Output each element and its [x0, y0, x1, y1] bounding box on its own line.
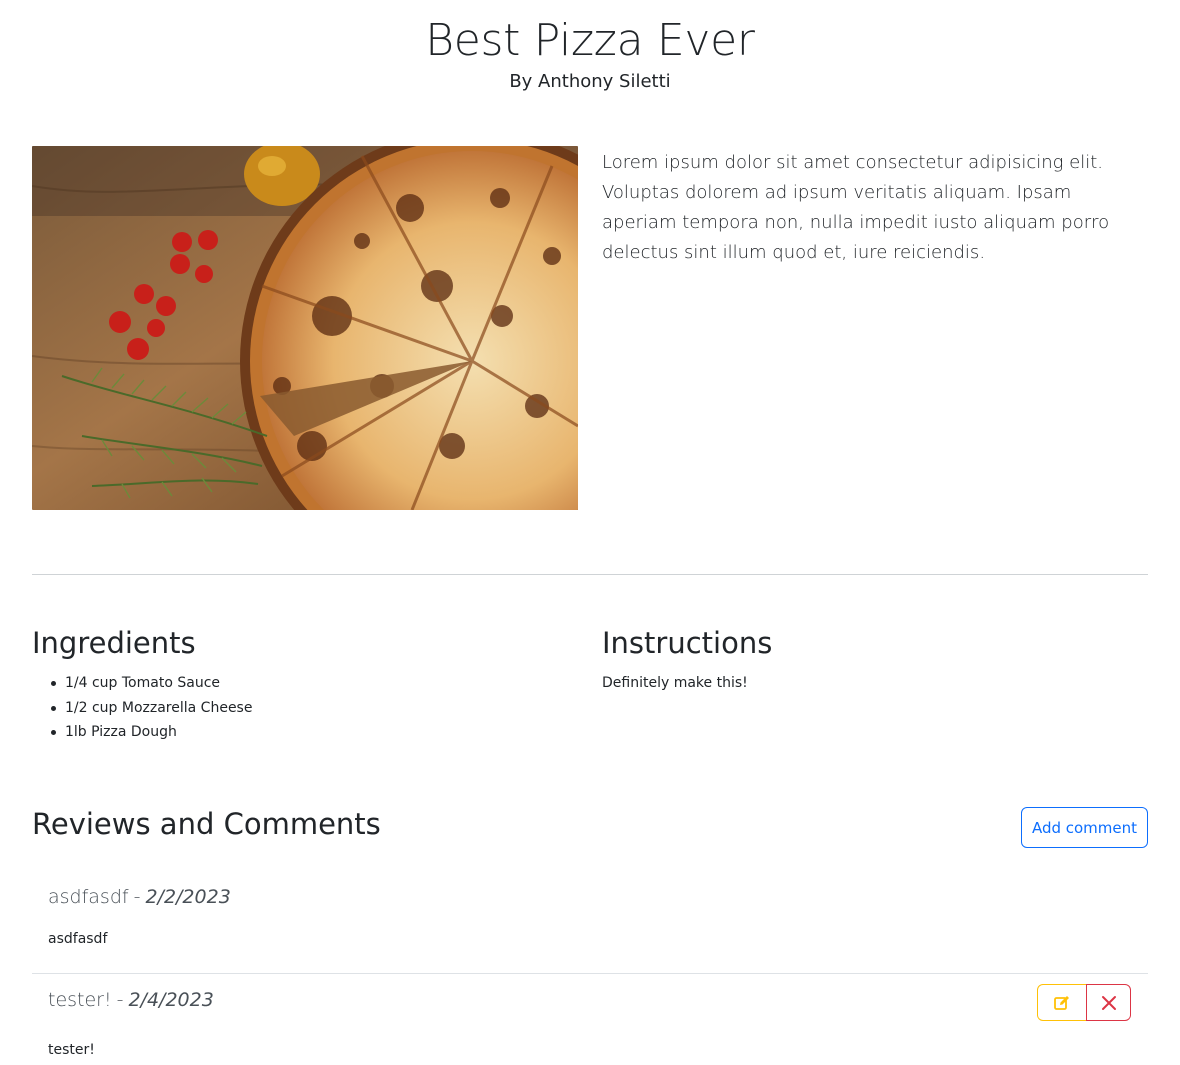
comment-body: asdfasdf: [48, 931, 108, 947]
comment-item: tester! -2/4/2023 tester!: [32, 975, 1148, 1065]
delete-comment-button[interactable]: [1086, 984, 1131, 1021]
ingredient-text: 1/2 cup Mozzarella Cheese: [65, 699, 253, 716]
comment-author: asdfasdf: [48, 886, 129, 908]
comment-item: asdfasdf -2/2/2023 asdfasdf: [32, 874, 1148, 974]
ingredient-text: 1lb Pizza Dough: [65, 724, 177, 740]
recipe-header: Best Pizza Ever By Anthony Siletti: [0, 14, 1180, 94]
list-item: 1lb Pizza Dough: [48, 720, 568, 745]
comment-author: tester!: [48, 989, 112, 1011]
comment-date: 2/2/2023: [145, 886, 231, 908]
list-item: 1/4 cup Tomato Sauce: [48, 671, 568, 696]
bullet-icon: [51, 705, 56, 711]
edit-icon: [1054, 995, 1069, 1010]
comment-separator: -: [133, 886, 141, 908]
comment-date: 2/4/2023: [128, 989, 214, 1011]
instructions-text: Definitely make this!: [602, 675, 748, 691]
reviews-title: Reviews and Comments: [32, 807, 381, 841]
ingredients-list: 1/4 cup Tomato Sauce 1/2 cup Mozzarella …: [48, 671, 568, 745]
edit-comment-button[interactable]: [1037, 984, 1087, 1021]
comment-body: tester!: [48, 1042, 95, 1058]
recipe-author: By Anthony Siletti: [509, 71, 671, 92]
ingredients-title: Ingredients: [32, 626, 196, 660]
comment-header: asdfasdf -2/2/2023: [48, 884, 231, 910]
list-item: 1/2 cup Mozzarella Cheese: [48, 696, 568, 721]
add-comment-button[interactable]: Add comment: [1021, 807, 1148, 848]
pizza-photo: [32, 146, 578, 510]
comment-separator: -: [116, 989, 124, 1011]
ingredient-text: 1/4 cup Tomato Sauce: [65, 675, 220, 691]
comment-actions: [1037, 984, 1131, 1021]
bullet-icon: [51, 730, 56, 735]
bullet-icon: [51, 681, 56, 686]
close-icon: [1101, 995, 1116, 1010]
instructions-title: Instructions: [602, 626, 773, 660]
section-divider: [32, 574, 1148, 575]
recipe-title: Best Pizza Ever: [425, 15, 755, 66]
comment-header: tester! -2/4/2023: [48, 987, 214, 1013]
recipe-description: Lorem ipsum dolor sit amet consectetur a…: [602, 152, 1110, 263]
